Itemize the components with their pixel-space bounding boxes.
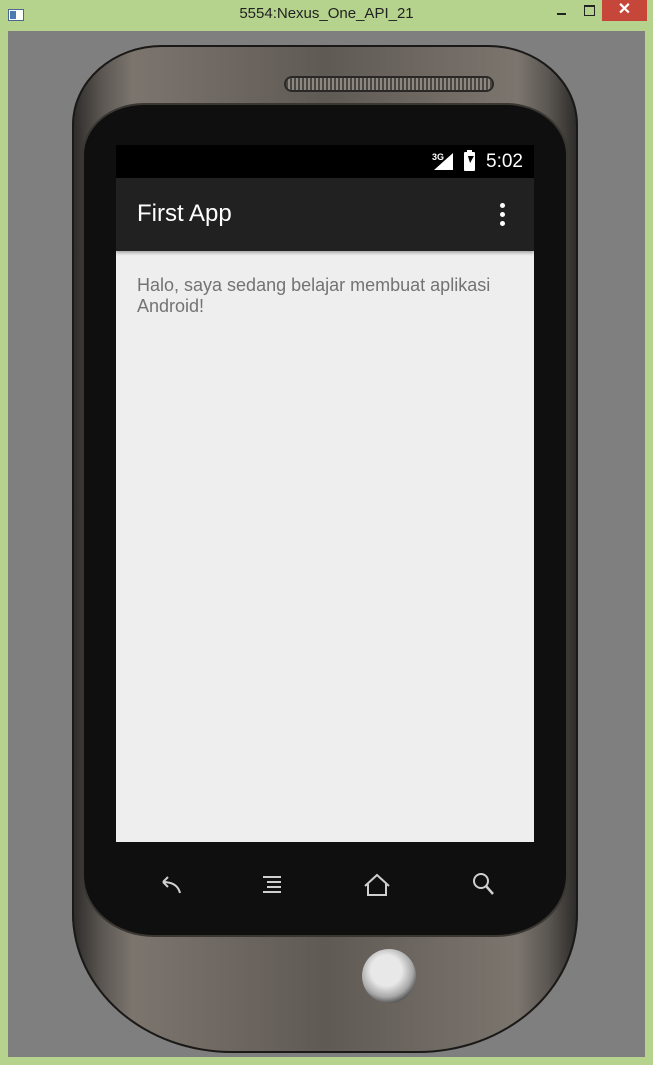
trackball-button[interactable] xyxy=(362,949,416,1003)
back-icon[interactable] xyxy=(150,869,190,901)
app-title: First App xyxy=(137,200,232,227)
status-clock: 5:02 xyxy=(486,151,523,172)
earpiece-speaker xyxy=(286,78,492,90)
search-icon[interactable] xyxy=(464,869,504,901)
emulator-client-area: 3G 5:02 First App Halo, saya sedang bela… xyxy=(8,31,645,1057)
overflow-menu-icon[interactable] xyxy=(494,200,510,230)
close-button[interactable]: ✕ xyxy=(602,0,647,21)
menu-icon[interactable] xyxy=(253,869,293,901)
status-bar: 3G 5:02 xyxy=(116,145,534,178)
minimize-button[interactable] xyxy=(549,0,575,21)
battery-charging-icon xyxy=(464,150,475,171)
maximize-button[interactable] xyxy=(576,0,602,21)
hello-text: Halo, saya sedang belajar membuat aplika… xyxy=(137,275,491,316)
action-bar: First App xyxy=(116,178,534,251)
home-icon[interactable] xyxy=(357,869,397,901)
emulator-window: 5554:Nexus_One_API_21 ✕ 3G 5:02 First Ap… xyxy=(0,0,653,1065)
device-screen[interactable]: 3G 5:02 First App Halo, saya sedang bela… xyxy=(116,145,534,842)
signal-icon xyxy=(434,153,453,170)
window-titlebar[interactable]: 5554:Nexus_One_API_21 ✕ xyxy=(0,0,653,31)
